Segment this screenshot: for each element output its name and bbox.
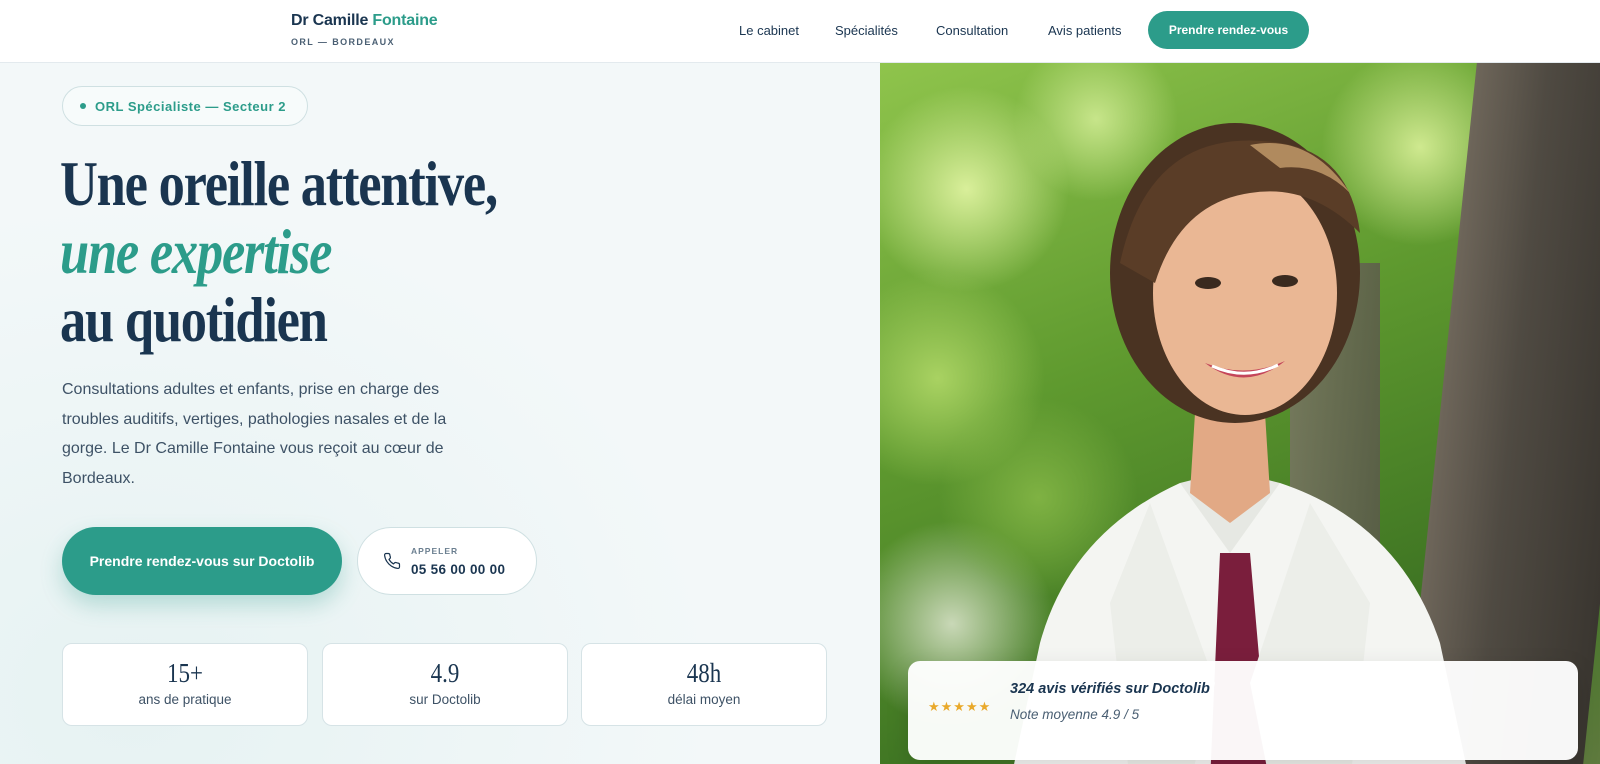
call-label: APPELER — [411, 545, 459, 556]
badge-dot-icon — [80, 103, 86, 109]
brand-name-first: Dr Camille — [291, 12, 369, 29]
rating-stars-icon: ★★★★★ — [928, 699, 992, 714]
phone-icon — [383, 552, 401, 570]
doctolib-appointment-button[interactable]: Prendre rendez-vous sur Doctolib — [62, 527, 342, 595]
stat-card-experience: 15+ ans de pratique — [62, 643, 308, 726]
call-button[interactable]: APPELER 05 56 00 00 00 — [357, 527, 537, 595]
brand-name-accent: Fontaine — [372, 12, 438, 29]
hero-title-line2: une expertise — [60, 216, 332, 287]
stat-label: délai moyen — [667, 692, 741, 707]
call-text: APPELER 05 56 00 00 00 — [411, 546, 505, 577]
brand-logo[interactable]: Dr Camille Fontaine ORL — BORDEAUX — [291, 12, 438, 47]
badge-label: ORL Spécialiste — Secteur 2 — [95, 98, 286, 114]
stat-card-rating: 4.9 sur Doctolib — [322, 643, 568, 726]
specialty-badge: ORL Spécialiste — Secteur 2 — [62, 86, 308, 126]
brand-tagline: ORL — BORDEAUX — [291, 37, 395, 47]
doctor-photo — [880, 63, 1600, 764]
stat-label: ans de pratique — [138, 692, 232, 707]
hero-title-line1: Une oreille attentive, — [60, 148, 498, 219]
nav-link-consultation[interactable]: Consultation — [936, 23, 1008, 38]
nav-link-avis[interactable]: Avis patients — [1048, 23, 1121, 38]
review-card[interactable]: ★★★★★ 324 avis vérifiés sur Doctolib Not… — [908, 661, 1578, 760]
hero-title-line3: au quotidien — [60, 284, 328, 355]
stat-label: sur Doctolib — [409, 692, 481, 707]
nav-link-cabinet[interactable]: Le cabinet — [739, 23, 799, 38]
stat-value: 15+ — [167, 658, 203, 688]
stat-value: 48h — [686, 658, 722, 688]
site-header: Dr Camille Fontaine ORL — BORDEAUX Le ca… — [0, 0, 1600, 63]
stat-value: 4.9 — [430, 658, 460, 688]
nav-link-specialites[interactable]: Spécialités — [835, 23, 898, 38]
hero-title: Une oreille attentive, une expertise au … — [60, 148, 498, 355]
header-appointment-button[interactable]: Prendre rendez-vous — [1148, 11, 1309, 49]
hero-description: Consultations adultes et enfants, prise … — [62, 381, 447, 487]
brand-name: Dr Camille Fontaine — [291, 12, 438, 30]
review-subtitle: Note moyenne 4.9 / 5 — [1010, 707, 1140, 722]
call-number: 05 56 00 00 00 — [411, 561, 506, 577]
review-title: 324 avis vérifiés sur Doctolib — [1010, 681, 1210, 697]
stat-card-delay: 48h délai moyen — [581, 643, 827, 726]
